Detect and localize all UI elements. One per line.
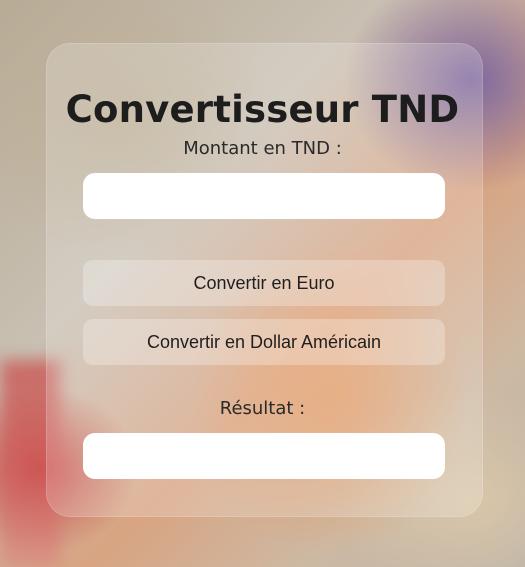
page-title: Convertisseur TND: [65, 88, 460, 131]
result-label: Résultat :: [219, 398, 306, 419]
amount-input[interactable]: [83, 173, 445, 219]
amount-label: Montant en TND :: [183, 138, 342, 159]
convert-usd-button[interactable]: Convertir en Dollar Américain: [83, 319, 445, 365]
convert-euro-button[interactable]: Convertir en Euro: [83, 260, 445, 306]
result-output: [83, 433, 445, 479]
